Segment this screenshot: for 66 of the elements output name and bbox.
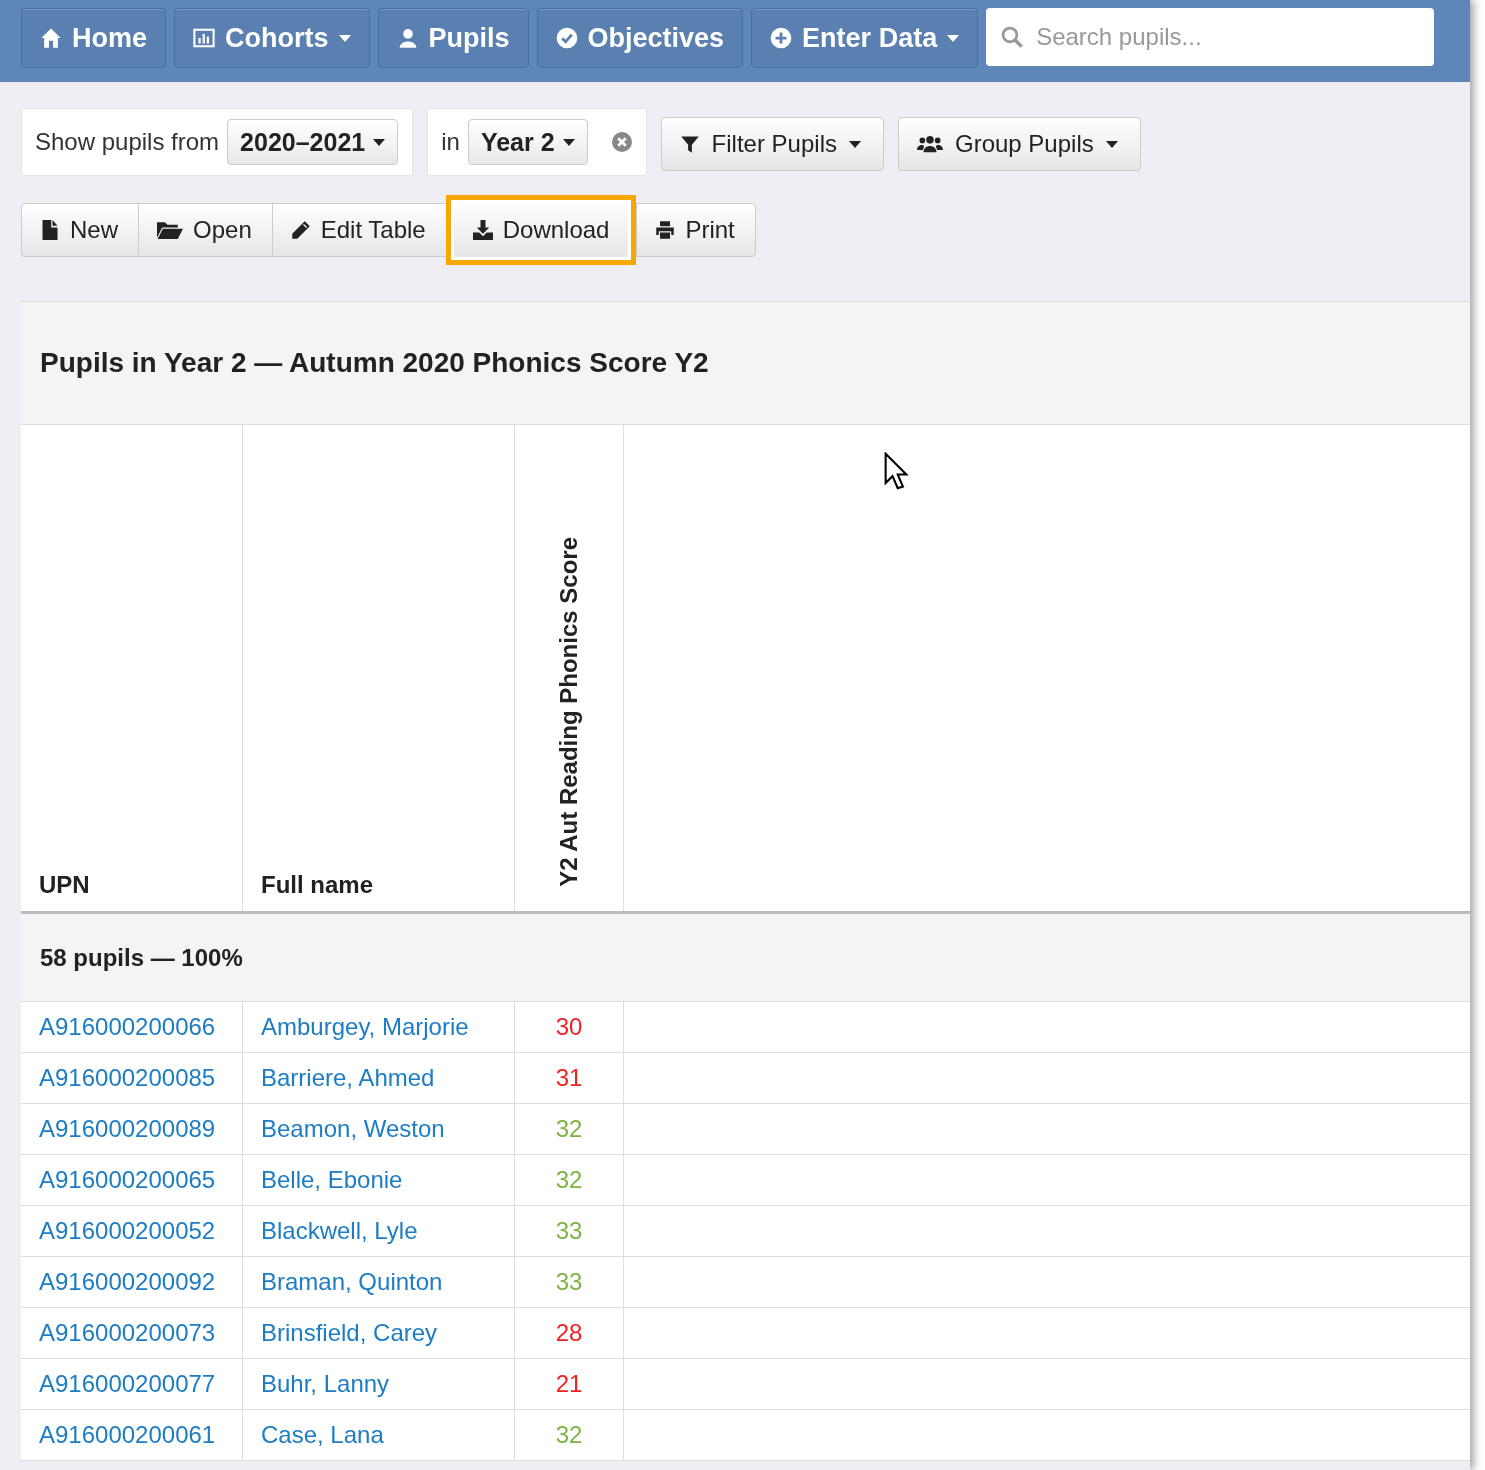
score-value: 31 [555, 1064, 583, 1092]
caret-icon [1105, 140, 1118, 148]
pupil-name-link[interactable]: Barriere, Ahmed [261, 1064, 435, 1092]
pupil-name-link[interactable]: Braman, Quinton [261, 1268, 443, 1296]
filter-pupils-button[interactable]: Filter Pupils [660, 117, 884, 171]
panel-title: Pupils in Year 2 — Autumn 2020 Phonics Score Y2 [40, 347, 709, 379]
users-icon [916, 133, 943, 155]
check-circle-icon [555, 27, 578, 49]
caret-icon [373, 138, 386, 146]
caret-icon [562, 138, 575, 146]
upn-link[interactable]: A916000200061 [39, 1421, 216, 1449]
toolbar-button[interactable]: Open [138, 203, 273, 257]
nav-button[interactable]: Home [21, 8, 166, 68]
column-header: UPN [39, 871, 90, 899]
file-icon [40, 219, 60, 241]
toolbar-button[interactable]: Download [445, 195, 637, 265]
score-value: 21 [555, 1370, 583, 1398]
year-group-dropdown[interactable]: Year 2 [467, 119, 588, 165]
pupil-name-link[interactable]: Blackwell, Lyle [261, 1217, 418, 1245]
upn-link[interactable]: A916000200085 [39, 1064, 216, 1092]
upn-link[interactable]: A916000200092 [39, 1268, 216, 1296]
pupil-name-link[interactable]: Buhr, Lanny [261, 1370, 390, 1398]
upn-link[interactable]: A916000200073 [39, 1319, 216, 1347]
printer-icon [655, 219, 676, 241]
upn-link[interactable]: A916000200089 [39, 1115, 216, 1143]
bar-chart-icon [193, 27, 215, 49]
score-value: 32 [555, 1166, 583, 1194]
score-value: 32 [555, 1115, 583, 1143]
search-field[interactable]: Search pupils... [986, 8, 1435, 66]
pupil-name-link[interactable]: Case, Lana [261, 1421, 384, 1449]
mouse-pointer-icon [883, 452, 909, 490]
year-range-dropdown[interactable]: 2020–2021 [227, 119, 399, 165]
pupil-name-link[interactable]: Belle, Ebonie [261, 1166, 403, 1194]
search-icon [1001, 26, 1024, 48]
filter-label: in [441, 128, 460, 156]
toolbar-button[interactable]: New [21, 203, 139, 257]
column-header: Full name [261, 871, 374, 899]
summary-text: 58 pupils — 100% [40, 943, 243, 972]
score-value: 33 [555, 1217, 583, 1245]
nav-button[interactable]: Objectives [536, 8, 744, 68]
pupil-name-link[interactable]: Beamon, Weston [261, 1115, 445, 1143]
caret-icon [848, 140, 861, 148]
score-value: 28 [555, 1319, 583, 1347]
column-header: Y2 Aut Reading Phonics Score [555, 537, 583, 887]
nav-button[interactable]: Enter Data [751, 8, 979, 68]
plus-circle-icon [770, 27, 793, 49]
clear-icon[interactable] [611, 132, 632, 152]
filter-label: Show pupils from [35, 128, 220, 156]
score-value: 32 [555, 1421, 583, 1449]
home-icon [40, 27, 62, 49]
upn-link[interactable]: A916000200052 [39, 1217, 216, 1245]
upn-link[interactable]: A916000200077 [39, 1370, 216, 1398]
group-pupils-button[interactable]: Group Pupils [897, 117, 1141, 171]
upn-link[interactable]: A916000200066 [39, 1013, 216, 1041]
nav-button[interactable]: Cohorts [174, 8, 370, 68]
upn-link[interactable]: A916000200065 [39, 1166, 216, 1194]
toolbar-button[interactable]: Edit Table [271, 203, 447, 257]
nav-button[interactable]: Pupils [377, 8, 529, 68]
pupil-name-link[interactable]: Amburgey, Marjorie [261, 1013, 469, 1041]
pencil-icon [290, 219, 311, 241]
folder-icon [157, 219, 183, 241]
score-value: 33 [555, 1268, 583, 1296]
toolbar-button[interactable]: Print [636, 203, 756, 257]
download-icon [472, 219, 493, 241]
pupil-name-link[interactable]: Brinsfield, Carey [261, 1319, 438, 1347]
score-value: 30 [555, 1013, 583, 1041]
